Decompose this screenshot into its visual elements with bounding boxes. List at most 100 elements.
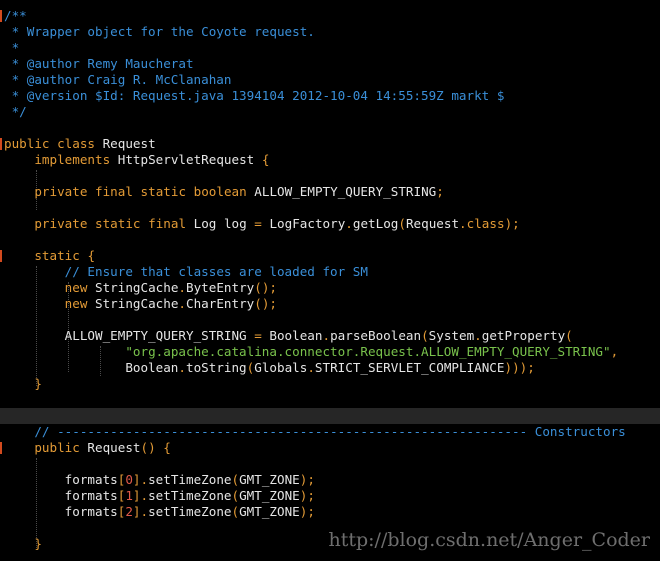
code-text: ALLOW_EMPTY_QUERY_STRING = Boolean.parse…: [4, 328, 573, 344]
code-token: CharEntry: [186, 296, 255, 311]
code-line[interactable]: * @author Remy Maucherat: [0, 56, 660, 72]
code-token: * @version $Id: Request.java 1394104 201…: [4, 88, 505, 103]
code-token: parseBoolean: [330, 328, 422, 343]
code-token: formats: [4, 488, 118, 503]
change-marker: [0, 10, 2, 22]
code-token: new: [64, 280, 88, 295]
code-token: ALLOW_EMPTY_QUERY_STRING: [4, 328, 255, 343]
code-line[interactable]: *: [0, 40, 660, 56]
code-token: 1: [125, 488, 133, 503]
code-line[interactable]: */: [0, 104, 660, 120]
code-token: (: [231, 488, 240, 503]
code-line[interactable]: * @author Craig R. McClanahan: [0, 72, 660, 88]
code-token: // -------------------------------------…: [34, 424, 626, 439]
code-text: // -------------------------------------…: [4, 424, 626, 440]
code-line[interactable]: * Wrapper object for the Coyote request.: [0, 24, 660, 40]
code-line[interactable]: formats[1].setTimeZone(GMT_ZONE);: [0, 488, 660, 504]
code-text: * @author Remy Maucherat: [4, 56, 194, 72]
code-text: }: [4, 536, 42, 552]
code-line[interactable]: "org.apache.catalina.connector.Request.A…: [0, 344, 660, 360]
code-token: );: [299, 488, 315, 503]
code-line[interactable]: // Ensure that classes are loaded for SM: [0, 264, 660, 280]
code-token: /**: [4, 8, 27, 23]
code-text: // Ensure that classes are loaded for SM: [4, 264, 368, 280]
code-text: formats[1].setTimeZone(GMT_ZONE);: [4, 488, 315, 504]
code-token: =: [254, 328, 262, 343]
code-token: STRICT_SERVLET_COMPLIANCE: [314, 360, 505, 375]
code-text: */: [4, 104, 27, 120]
code-token: ,: [610, 344, 619, 359]
code-token: (: [231, 472, 240, 487]
code-token: .: [474, 328, 482, 343]
code-token: ();: [254, 296, 278, 311]
code-text: public class Request: [4, 136, 156, 152]
code-token: class: [466, 216, 505, 231]
code-line[interactable]: * @version $Id: Request.java 1394104 201…: [0, 88, 660, 104]
code-line[interactable]: [0, 312, 660, 328]
code-token: *: [4, 40, 20, 55]
code-token: Request: [79, 440, 141, 455]
code-token: class: [57, 136, 96, 151]
code-line[interactable]: Boolean.toString(Globals.STRICT_SERVLET_…: [0, 360, 660, 376]
code-token: new: [64, 296, 88, 311]
change-marker: [0, 138, 2, 150]
code-token: Log log: [186, 216, 255, 231]
code-line[interactable]: private final static boolean ALLOW_EMPTY…: [0, 184, 660, 200]
code-line[interactable]: formats[2].setTimeZone(GMT_ZONE);: [0, 504, 660, 520]
code-token: }: [34, 376, 42, 391]
code-token: ();: [254, 280, 278, 295]
code-text: new StringCache.ByteEntry();: [4, 280, 277, 296]
code-token: Request: [95, 136, 156, 151]
code-token: );: [299, 472, 315, 487]
code-line[interactable]: private static final Log log = LogFactor…: [0, 216, 660, 232]
code-token: Globals: [254, 360, 308, 375]
code-token: }: [34, 536, 42, 551]
code-token: // Ensure that classes are loaded for SM: [64, 264, 368, 279]
code-token: .: [459, 216, 467, 231]
code-text: formats[0].setTimeZone(GMT_ZONE);: [4, 472, 315, 488]
code-token: {: [163, 440, 171, 455]
code-line[interactable]: [0, 392, 660, 408]
code-line[interactable]: [0, 200, 660, 216]
code-text: public Request() {: [4, 440, 171, 456]
code-line[interactable]: formats[0].setTimeZone(GMT_ZONE);: [0, 472, 660, 488]
code-line[interactable]: static {: [0, 248, 660, 264]
code-line[interactable]: }: [0, 376, 660, 392]
code-line[interactable]: public Request() {: [0, 440, 660, 456]
code-token: .: [322, 328, 331, 343]
code-text: private static final Log log = LogFactor…: [4, 216, 519, 232]
code-line[interactable]: [0, 456, 660, 472]
code-line[interactable]: ALLOW_EMPTY_QUERY_STRING = Boolean.parse…: [0, 328, 660, 344]
code-token: (: [398, 216, 406, 231]
code-token: GMT_ZONE: [239, 504, 300, 519]
code-line[interactable]: [0, 120, 660, 136]
code-line[interactable]: public class Request: [0, 136, 660, 152]
code-token: .: [178, 296, 187, 311]
code-text: private final static boolean ALLOW_EMPTY…: [4, 184, 444, 200]
code-editor[interactable]: /** * Wrapper object for the Coyote requ…: [0, 0, 660, 561]
code-line[interactable]: implements HttpServletRequest {: [0, 152, 660, 168]
code-text: * @author Craig R. McClanahan: [4, 72, 232, 88]
code-line[interactable]: new StringCache.CharEntry();: [0, 296, 660, 312]
code-line[interactable]: // -------------------------------------…: [0, 424, 660, 440]
code-token: HttpServletRequest: [110, 152, 262, 167]
code-token: .: [307, 360, 315, 375]
code-line[interactable]: [0, 408, 660, 424]
code-token: private: [34, 184, 88, 199]
code-line[interactable]: [0, 168, 660, 184]
code-line[interactable]: new StringCache.ByteEntry();: [0, 280, 660, 296]
code-token: static: [34, 248, 80, 263]
code-line[interactable]: [0, 232, 660, 248]
code-line[interactable]: /**: [0, 8, 660, 24]
code-token: );: [299, 504, 315, 519]
